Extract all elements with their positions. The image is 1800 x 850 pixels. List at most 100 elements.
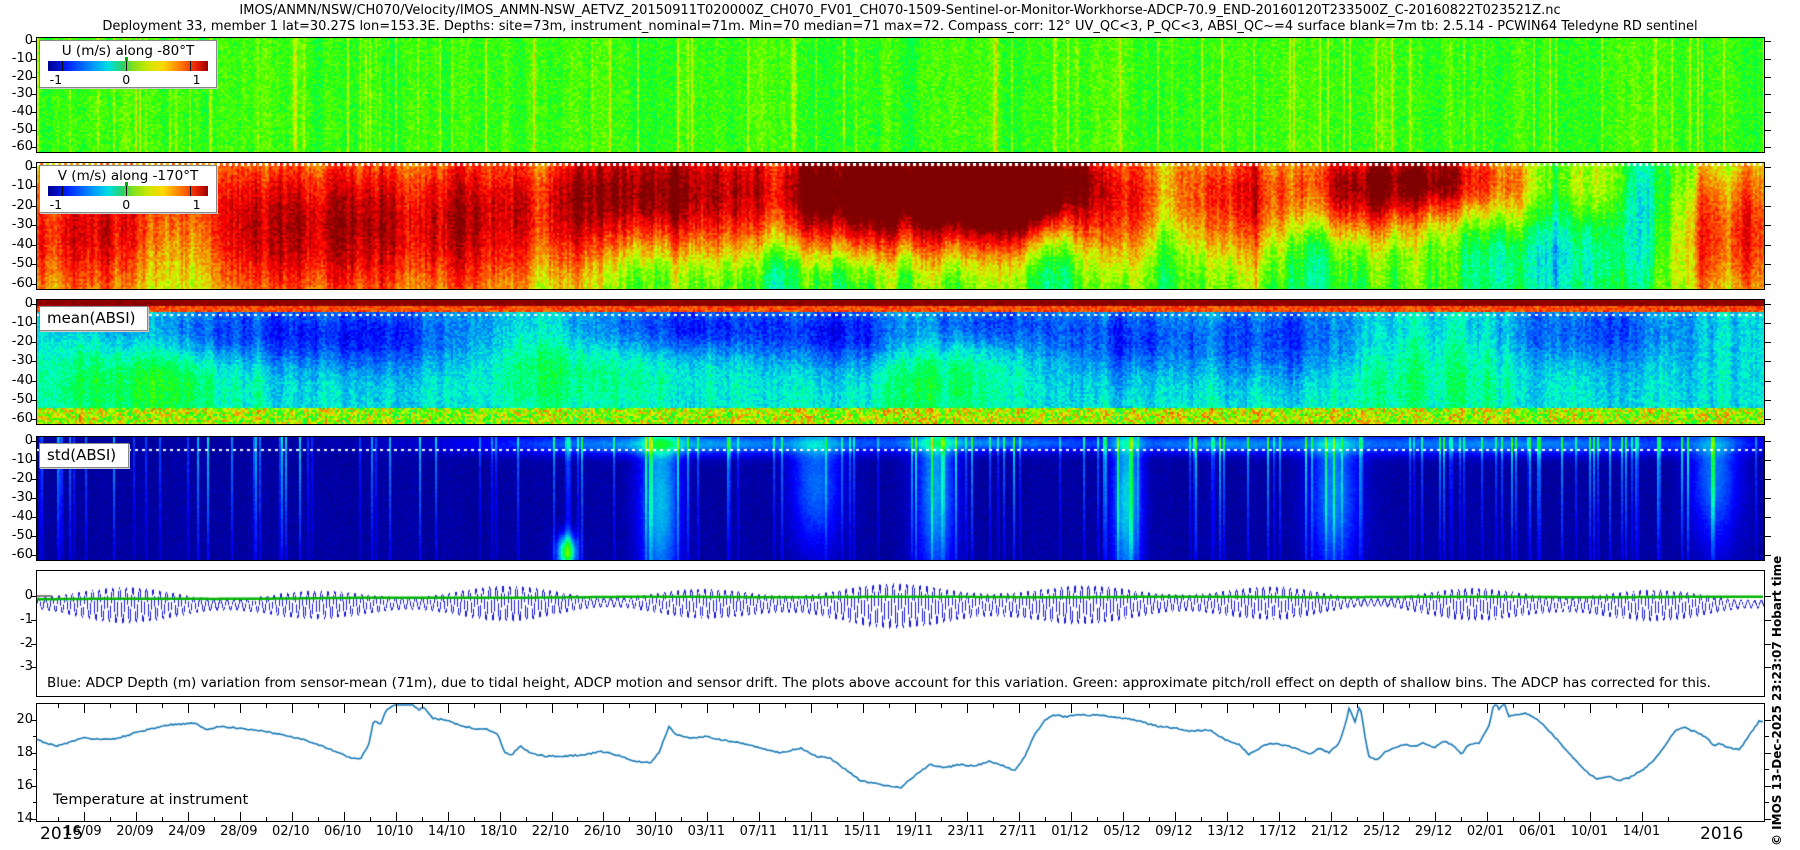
x-minor-tick: [733, 817, 734, 821]
x-minor-tick: [577, 704, 578, 708]
panel-temperature: Temperature at instrument 20181614: [36, 703, 1765, 822]
panel-v-velocity-heatmap: V (m/s) along -170°T -1 0 1 0-10-20-30-4…: [36, 162, 1765, 290]
x-tick-label: 14/01: [1623, 824, 1660, 839]
y-tick-label: -20: [0, 198, 33, 213]
x-tick-mark: [759, 812, 760, 821]
x-tick-mark: [863, 704, 864, 713]
y-tick-label: -50: [0, 256, 33, 271]
y-tick-mark: [31, 667, 37, 668]
y-tick-mark: [31, 264, 37, 265]
v-velocity-legend: V (m/s) along -170°T -1 0 1: [39, 165, 217, 213]
y-tick-mark: [1765, 284, 1771, 285]
x-minor-tick: [318, 817, 319, 821]
x-minor-tick: [266, 704, 267, 708]
y-tick-mark: [1765, 41, 1771, 42]
x-minor-tick: [1097, 704, 1098, 708]
y-tick-mark: [31, 381, 37, 382]
x-minor-tick: [58, 704, 59, 708]
x-minor-tick: [629, 817, 630, 821]
x-tick-mark: [1539, 812, 1540, 821]
x-minor-tick: [1564, 704, 1565, 708]
u-velocity-legend-title: U (m/s) along -80°T: [40, 41, 216, 59]
x-tick-label: 14/10: [428, 824, 465, 839]
y-tick-label: -3: [0, 659, 33, 674]
x-tick-mark: [759, 704, 760, 713]
x-minor-tick: [1045, 817, 1046, 821]
x-tick-label: 15/11: [843, 824, 880, 839]
y-tick-mark: [31, 460, 37, 461]
y-tick-mark: [1765, 419, 1771, 420]
x-tick-label: 27/11: [999, 824, 1036, 839]
x-tick-label: 02/01: [1467, 824, 1504, 839]
x-minor-tick: [1616, 817, 1617, 821]
y-tick-mark: [1765, 517, 1771, 518]
x-tick-mark: [1435, 704, 1436, 713]
colorbar-zero-marker: [125, 182, 128, 186]
x-minor-tick: [1668, 704, 1669, 708]
x-tick-mark: [603, 812, 604, 821]
y-tick-label: -10: [0, 51, 33, 66]
x-tick-mark: [292, 812, 293, 821]
y-minor-tick: [33, 736, 37, 737]
y-tick-label: 0: [0, 159, 33, 174]
colorbar-zero-marker: [125, 57, 128, 61]
x-tick-mark: [863, 812, 864, 821]
x-minor-tick: [1045, 704, 1046, 708]
y-tick-mark: [1765, 498, 1771, 499]
y-tick-mark: [31, 441, 37, 442]
colorbar-tick: [126, 186, 127, 196]
temperature-canvas: [37, 704, 1764, 821]
x-tick-mark: [1331, 704, 1332, 713]
x-tick-mark: [1487, 812, 1488, 821]
y-tick-label: -60: [0, 139, 33, 154]
x-minor-tick: [526, 704, 527, 708]
x-minor-tick: [681, 817, 682, 821]
x-minor-tick: [214, 817, 215, 821]
x-tick-label: 25/12: [1363, 824, 1400, 839]
u-velocity-heatmap-canvas: [37, 38, 1764, 152]
colorbar-tick: [126, 61, 127, 71]
colorbar-tick: [190, 186, 191, 196]
y-minor-tick: [33, 802, 37, 803]
x-tick-mark: [1279, 704, 1280, 713]
x-minor-tick: [577, 817, 578, 821]
x-minor-tick: [370, 704, 371, 708]
x-tick-label: 06/01: [1519, 824, 1556, 839]
x-tick-mark: [915, 812, 916, 821]
y-tick-label: -10: [0, 315, 33, 330]
x-minor-tick: [526, 817, 527, 821]
y-tick-mark: [31, 644, 37, 645]
year-label-right: 2016: [1700, 824, 1743, 844]
x-minor-tick: [1149, 704, 1150, 708]
x-tick-label: 28/09: [220, 824, 257, 839]
x-tick-label: 24/09: [168, 824, 205, 839]
x-tick-mark: [811, 704, 812, 713]
x-tick-mark: [1227, 812, 1228, 821]
x-tick-label: 18/10: [480, 824, 517, 839]
y-tick-label: -40: [0, 104, 33, 119]
x-tick-label: 10/10: [376, 824, 413, 839]
x-tick-label: 01/12: [1051, 824, 1088, 839]
x-tick-mark: [1123, 704, 1124, 713]
x-minor-tick: [474, 704, 475, 708]
x-tick-mark: [967, 704, 968, 713]
temperature-label: Temperature at instrument: [53, 792, 248, 808]
y-tick-label: 0: [0, 33, 33, 48]
x-tick-mark: [240, 812, 241, 821]
x-tick-mark: [448, 704, 449, 713]
y-tick-mark: [1765, 361, 1771, 362]
y-tick-label: -30: [0, 86, 33, 101]
x-tick-label: 03/11: [688, 824, 725, 839]
x-tick-label: 09/12: [1155, 824, 1192, 839]
panel-u-velocity-heatmap: U (m/s) along -80°T -1 0 1 0-10-20-30-40…: [36, 37, 1765, 153]
x-tick-mark: [603, 704, 604, 713]
colorbar-tick: [62, 186, 63, 196]
y-tick-mark: [31, 361, 37, 362]
y-tick-mark: [1765, 147, 1771, 148]
y-tick-mark: [1765, 479, 1771, 480]
y-tick-mark: [31, 400, 37, 401]
x-tick-mark: [1642, 812, 1643, 821]
y-tick-mark: [31, 147, 37, 148]
x-minor-tick: [110, 704, 111, 708]
y-tick-label: 16: [0, 778, 33, 793]
